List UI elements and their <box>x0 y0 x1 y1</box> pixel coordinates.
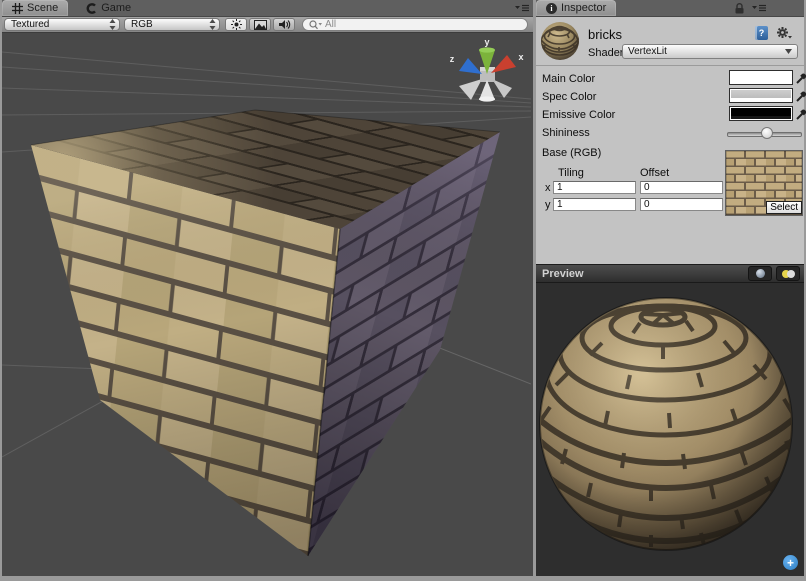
tab-scene[interactable]: Scene <box>2 0 68 16</box>
grid-icon <box>12 3 23 14</box>
material-header: bricks Shader VertexLit ? <box>536 17 804 66</box>
brick-cube[interactable] <box>31 110 500 556</box>
game-icon <box>86 3 97 14</box>
scene-panel: Scene Game Textured <box>2 0 533 576</box>
search-input[interactable] <box>325 19 521 30</box>
scene-search[interactable] <box>302 18 528 31</box>
gizmo-y-label: y <box>484 37 489 47</box>
lighting-toggle-button[interactable] <box>225 18 247 31</box>
spec-color-label: Spec Color <box>542 91 596 104</box>
shader-dropdown[interactable]: VertexLit <box>622 44 798 59</box>
sphere-icon <box>756 269 765 278</box>
preview-model-button[interactable] <box>748 266 772 281</box>
orientation-gizmo[interactable]: y x z <box>450 37 524 102</box>
help-icon[interactable]: ? <box>755 26 768 40</box>
scene-toolbar: Textured RGB <box>2 17 533 33</box>
shininess-slider[interactable] <box>727 126 802 140</box>
offset-x-input[interactable] <box>640 181 723 194</box>
image-icon <box>254 20 267 30</box>
emissive-color-label: Emissive Color <box>542 109 615 122</box>
scene-viewport[interactable]: y x z <box>2 33 531 576</box>
gizmo-z-axis-cone[interactable] <box>459 58 482 74</box>
tab-inspector-label: Inspector <box>561 2 606 14</box>
updown-arrows-icon <box>109 19 116 30</box>
gear-icon[interactable] <box>776 26 792 40</box>
main-color-label: Main Color <box>542 73 595 86</box>
panel-menu-icon[interactable] <box>515 3 529 13</box>
sun-icon <box>231 19 242 30</box>
audio-toggle-button[interactable] <box>273 18 295 31</box>
offset-y-input[interactable] <box>640 198 723 211</box>
gizmo-neg-axis-cone[interactable] <box>459 79 482 100</box>
material-name: bricks <box>588 27 622 42</box>
unity-editor-window: Scene Game Textured <box>0 0 806 581</box>
panel-menu-icon[interactable] <box>752 3 766 13</box>
shader-value: VertexLit <box>628 46 667 57</box>
search-icon <box>309 20 322 30</box>
lock-icon[interactable] <box>734 2 745 14</box>
gizmo-x-label: x <box>518 52 523 62</box>
emissive-color-swatch[interactable] <box>729 106 793 121</box>
inspector-panel: i Inspector <box>536 0 804 576</box>
tiling-header: Tiling <box>558 167 584 179</box>
draw-mode-dropdown[interactable]: Textured <box>4 18 120 31</box>
scene-canvas: y x z <box>2 33 531 576</box>
eyedropper-icon[interactable] <box>795 70 806 84</box>
speaker-icon <box>278 19 291 30</box>
tab-game-label: Game <box>101 2 131 14</box>
updown-arrows-icon <box>209 19 216 30</box>
inspector-tabstrip: i Inspector <box>536 0 804 17</box>
offset-header: Offset <box>640 167 669 179</box>
spec-color-swatch[interactable] <box>729 88 793 103</box>
gizmo-x-axis-cone[interactable] <box>491 55 516 73</box>
select-texture-button[interactable]: Select <box>766 201 802 214</box>
material-preview-thumbnail <box>540 21 580 61</box>
add-preview-button[interactable]: + <box>783 555 798 570</box>
tab-scene-label: Scene <box>27 2 58 14</box>
base-texture-thumbnail[interactable]: Select <box>725 150 803 216</box>
preview-area[interactable]: + <box>536 283 804 576</box>
material-inspector: bricks Shader VertexLit ? <box>536 17 804 264</box>
info-icon: i <box>546 3 557 14</box>
shader-label: Shader <box>588 47 623 59</box>
base-texture-label: Base (RGB) <box>542 147 601 160</box>
shininess-label: Shininess <box>542 127 590 140</box>
scene-tabstrip: Scene Game <box>2 0 533 17</box>
light-off-icon <box>787 270 795 278</box>
chevron-down-icon <box>785 49 792 54</box>
tab-inspector[interactable]: i Inspector <box>536 0 616 16</box>
eyedropper-icon[interactable] <box>795 88 806 102</box>
main-color-swatch[interactable] <box>729 70 793 85</box>
eyedropper-icon[interactable] <box>795 106 806 120</box>
gizmo-z-label: z <box>450 54 455 64</box>
tab-game[interactable]: Game <box>76 0 141 16</box>
preview-sphere <box>536 283 804 576</box>
skybox-toggle-button[interactable] <box>249 18 271 31</box>
color-mode-dropdown[interactable]: RGB <box>124 18 220 31</box>
preview-lighting-button[interactable] <box>776 266 800 281</box>
tiling-y-input[interactable] <box>553 198 636 211</box>
preview-header[interactable]: Preview <box>536 264 804 283</box>
axis-y-label: y <box>545 199 551 212</box>
axis-x-label: x <box>545 182 551 195</box>
draw-mode-value: Textured <box>11 19 49 30</box>
color-mode-value: RGB <box>131 19 153 30</box>
tiling-x-input[interactable] <box>553 181 636 194</box>
preview-title: Preview <box>542 268 584 280</box>
slider-thumb[interactable] <box>761 127 773 139</box>
